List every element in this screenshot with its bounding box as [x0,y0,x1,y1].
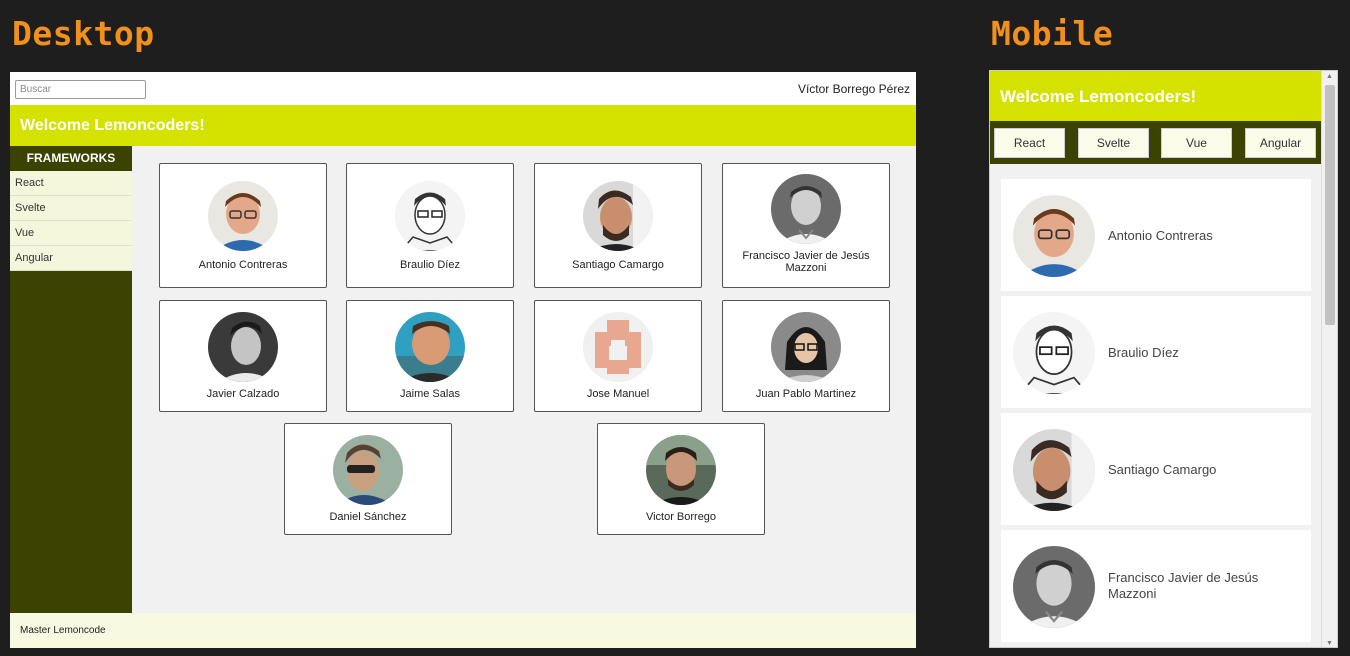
member-name: Braulio Díez [400,259,460,271]
member-name: Santiago Camargo [1108,462,1217,477]
nav-button-svelte[interactable]: Svelte [1078,128,1149,158]
vertical-scrollbar[interactable]: ▲ ▼ [1321,71,1337,647]
member-name: Francisco Javier de Jesús Mazzoni [742,250,870,274]
sidebar-item-angular[interactable]: Angular [10,246,132,271]
member-name: Daniel Sánchez [329,511,407,523]
member-avatar [1013,429,1095,511]
sidebar-item-svelte[interactable]: Svelte [10,196,132,221]
sidebar-item-vue[interactable]: Vue [10,221,132,246]
member-name: Javier Calzado [206,388,280,400]
user-name: Víctor Borrego Pérez [797,82,910,96]
member-card[interactable]: Francisco Javier de Jesús Mazzoni [1001,530,1311,642]
footer-text: Master Lemoncode [20,625,106,636]
member-avatar [333,435,403,505]
member-card[interactable]: Santiago Camargo [534,163,702,288]
member-card[interactable]: Santiago Camargo [1001,413,1311,525]
mobile-preview: Welcome Lemoncoders! React Svelte Vue An… [989,70,1338,648]
nav-button-vue[interactable]: Vue [1161,128,1232,158]
mobile-welcome-banner: Welcome Lemoncoders! [990,71,1323,121]
desktop-heading: Desktop [12,14,155,53]
member-name: Jaime Salas [400,388,460,400]
member-avatar [771,312,841,382]
member-avatar [583,181,653,251]
member-name: Jose Manuel [586,388,650,400]
member-card[interactable]: Daniel Sánchez [284,423,452,535]
member-name: Francisco Javier de Jesús Mazzoni [1108,570,1259,601]
welcome-banner: Welcome Lemoncoders! [10,105,916,146]
member-card[interactable]: Jaime Salas [346,300,514,412]
sidebar-item-react[interactable]: React [10,171,132,196]
member-name: Braulio Díez [1108,345,1179,360]
member-avatar [208,181,278,251]
footer: Master Lemoncode [10,613,916,648]
member-name: Antonio Contreras [198,259,288,271]
member-avatar [1013,312,1095,394]
member-card[interactable]: Francisco Javier de Jesús Mazzoni [722,163,890,288]
member-avatar [771,174,841,244]
frameworks-heading: FRAMEWORKS [26,151,116,165]
member-card[interactable]: Antonio Contreras [1001,179,1311,291]
mobile-banner-title: Welcome Lemoncoders! [1000,87,1197,106]
nav-button-angular[interactable]: Angular [1245,128,1316,158]
mobile-frameworks-nav: React Svelte Vue Angular [990,121,1323,164]
nav-button-react[interactable]: React [994,128,1065,158]
scroll-up-icon[interactable]: ▲ [1326,73,1333,80]
frameworks-sidebar: FRAMEWORKS React Svelte Vue Angular [10,146,132,613]
members-grid: Antonio Contreras Braulio Díez Santiago … [132,146,916,613]
member-card[interactable]: Victor Borrego [597,423,765,535]
member-avatar [646,435,716,505]
member-name: Antonio Contreras [1108,228,1213,243]
desktop-preview: Víctor Borrego Pérez Welcome Lemoncoders… [10,72,916,648]
member-card[interactable]: Braulio Díez [346,163,514,288]
mobile-heading: Mobile [991,14,1114,53]
scroll-down-icon[interactable]: ▼ [1326,640,1333,647]
member-avatar [395,181,465,251]
member-name: Santiago Camargo [572,259,664,271]
scrollbar-thumb[interactable] [1325,85,1335,325]
member-card[interactable]: Antonio Contreras [159,163,327,288]
search-input[interactable] [15,80,146,99]
member-name: Victor Borrego [645,511,717,523]
member-avatar [395,312,465,382]
member-avatar [583,312,653,382]
member-avatar [1013,195,1095,277]
member-card[interactable]: Braulio Díez [1001,296,1311,408]
member-card[interactable]: Jose Manuel [534,300,702,412]
member-card[interactable]: Javier Calzado [159,300,327,412]
member-avatar [208,312,278,382]
banner-title: Welcome Lemoncoders! [20,117,205,134]
top-bar: Víctor Borrego Pérez [10,72,916,105]
member-avatar [1013,546,1095,628]
member-name: Juan Pablo Martinez [755,388,857,400]
member-card[interactable]: Juan Pablo Martinez [722,300,890,412]
